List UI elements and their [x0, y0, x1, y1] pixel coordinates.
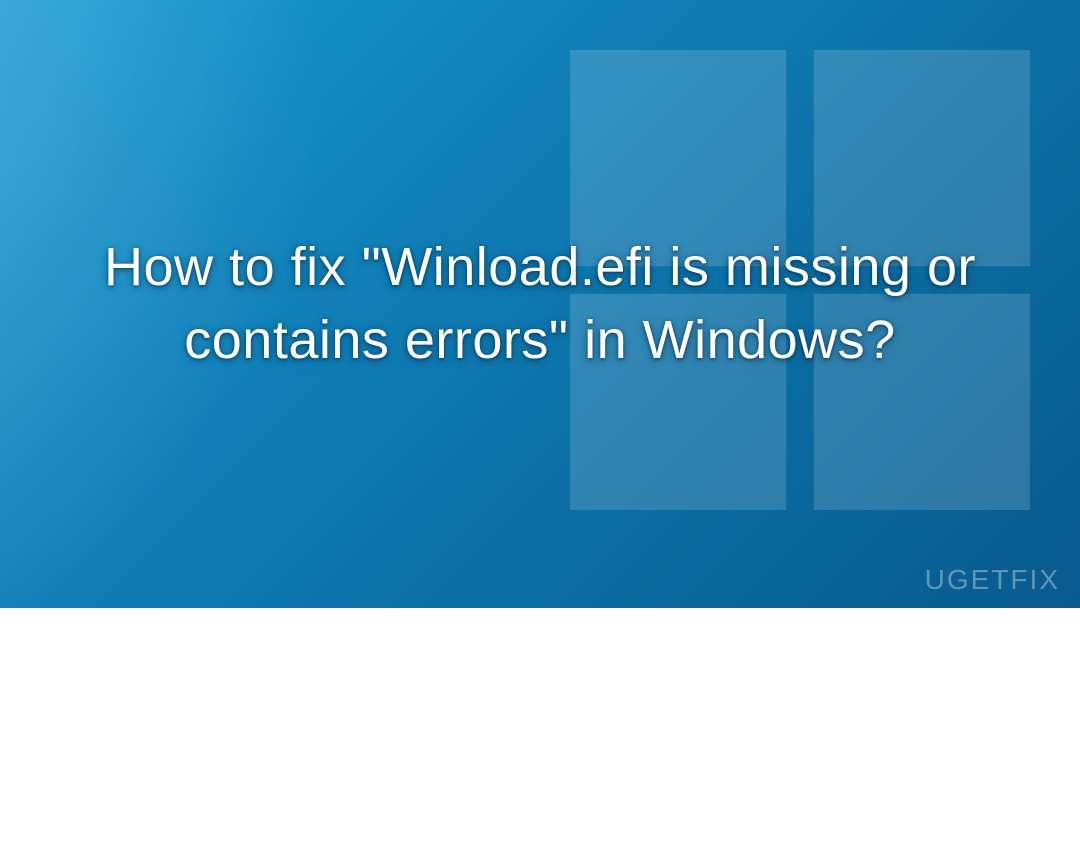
light-ray-overlay — [0, 0, 573, 854]
page-title: How to fix "Winload.efi is missing or co… — [90, 231, 990, 377]
watermark-text: UGETFIX — [925, 564, 1060, 596]
title-container: How to fix "Winload.efi is missing or co… — [90, 231, 990, 377]
